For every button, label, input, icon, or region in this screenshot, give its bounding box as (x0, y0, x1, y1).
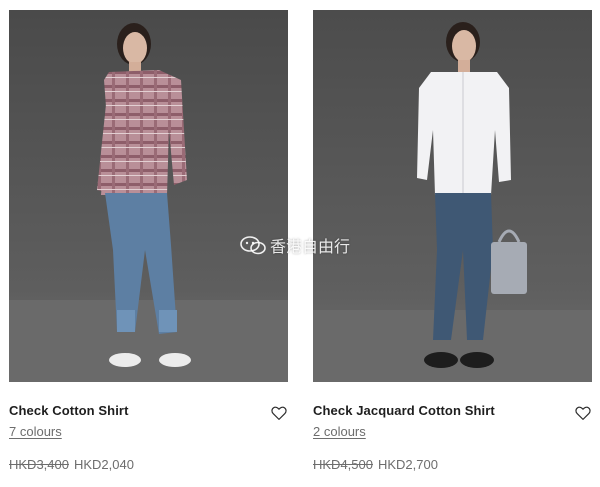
watermark-text: 香港自由行 (270, 237, 351, 256)
wechat-icon (240, 236, 266, 255)
product-price: HKD3,400 HKD2,040 (9, 457, 134, 472)
product-card[interactable]: Check Cotton Shirt 7 colours HKD3,400 HKD… (9, 10, 288, 472)
product-photo-illustration (9, 10, 288, 382)
original-price: HKD3,400 (9, 457, 69, 472)
heart-outline-icon[interactable] (270, 404, 288, 422)
watermark: 香港自由行 (240, 233, 350, 257)
heart-outline-icon[interactable] (574, 404, 592, 422)
product-photo-illustration (313, 10, 592, 382)
product-name[interactable]: Check Cotton Shirt (9, 403, 129, 418)
product-name[interactable]: Check Jacquard Cotton Shirt (313, 403, 495, 418)
colours-link[interactable]: 7 colours (9, 424, 62, 439)
product-card[interactable]: Check Jacquard Cotton Shirt 2 colours HK… (313, 10, 592, 472)
product-image[interactable] (9, 10, 288, 382)
sale-price: HKD2,700 (377, 457, 438, 472)
product-image[interactable] (313, 10, 592, 382)
sale-price: HKD2,040 (73, 457, 134, 472)
product-price: HKD4,500 HKD2,700 (313, 457, 438, 472)
original-price: HKD4,500 (313, 457, 373, 472)
colours-link[interactable]: 2 colours (313, 424, 366, 439)
